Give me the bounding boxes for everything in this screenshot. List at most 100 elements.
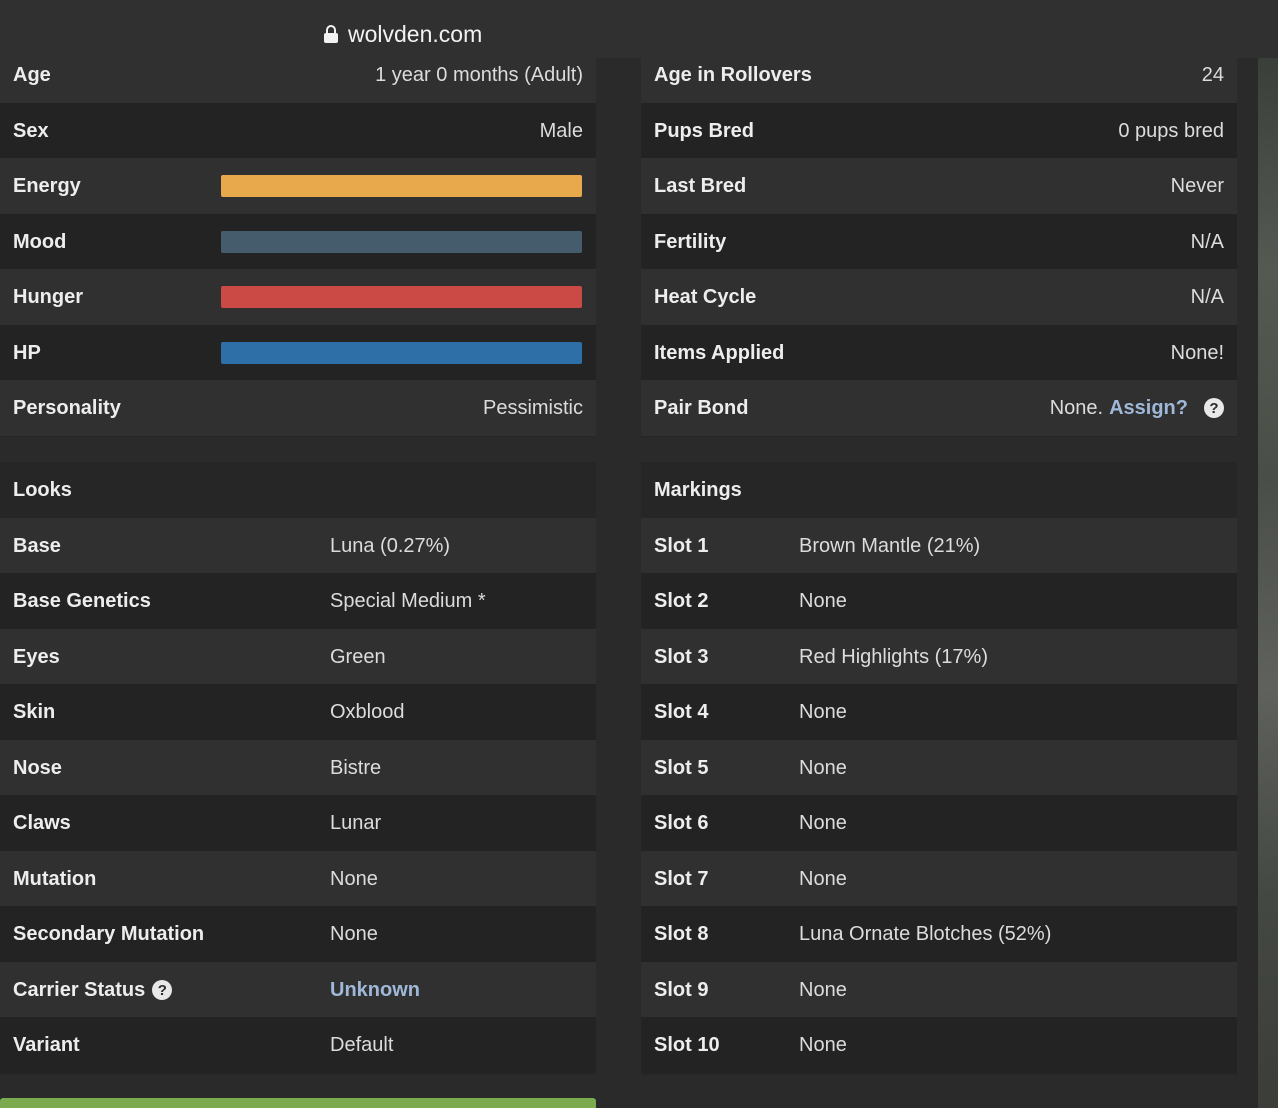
looks-value: None [330,867,378,890]
looks-label: Mutation [13,867,97,890]
stat-label: Age in Rollovers [654,63,812,86]
energy-bar [221,175,582,197]
stat-label: Hunger [13,285,83,308]
url-display[interactable]: wolvden.com [324,20,482,48]
looks-value: None [330,922,378,945]
marking-value: Luna Ornate Blotches (52%) [799,922,1052,945]
url-text: wolvden.com [348,20,483,47]
looks-row: Variant Default [0,1017,596,1073]
stat-row-mood: Mood [0,214,596,270]
stat-label: Personality [13,396,121,419]
looks-label: Base [13,534,61,557]
looks-value: Special Medium * [330,589,486,612]
marking-value: None [799,1033,847,1056]
stats-panel-right: Age in Rollovers 24 Pups Bred 0 pups bre… [641,47,1237,437]
stat-label: Age [13,63,51,86]
looks-label: Base Genetics [13,589,151,612]
stat-row-age: Age 1 year 0 months (Adult) [0,47,596,103]
marking-slot-label: Slot 5 [654,756,709,779]
stat-row-pair-bond: Pair Bond None. Assign? ? [641,380,1237,436]
marking-row: Slot 1 Brown Mantle (21%) [641,518,1237,574]
mood-bar [221,231,582,253]
marking-slot-label: Slot 7 [654,867,709,890]
marking-row: Slot 8 Luna Ornate Blotches (52%) [641,906,1237,962]
markings-header: Markings [641,462,1237,518]
stat-row-last-bred: Last Bred Never [641,158,1237,214]
markings-panel: Markings Slot 1 Brown Mantle (21%) Slot … [641,462,1237,1075]
marking-value: Brown Mantle (21%) [799,534,981,557]
carrier-status-link[interactable]: Unknown [330,979,420,1002]
stat-row-energy: Energy [0,158,596,214]
looks-value: Lunar [330,811,382,834]
stat-label: Sex [13,119,49,142]
stat-label: Heat Cycle [654,285,757,308]
stat-row-items-applied: Items Applied None! [641,325,1237,381]
stat-value: 0 pups bred [1118,119,1224,142]
stat-row-age-rollovers: Age in Rollovers 24 [641,47,1237,103]
marking-row: Slot 6 None [641,795,1237,851]
stat-row-personality: Personality Pessimistic [0,380,596,436]
pair-bond-value: None. Assign? ? [1050,397,1224,420]
stat-value: 1 year 0 months (Adult) [375,63,583,86]
looks-label: Variant [13,1033,80,1056]
looks-value: Bistre [330,756,382,779]
hp-bar [221,342,582,364]
pair-bond-status: None. [1049,396,1104,419]
marking-row: Slot 3 Red Highlights (17%) [641,629,1237,685]
marking-slot-label: Slot 10 [654,1033,720,1056]
marking-slot-label: Slot 1 [654,534,709,557]
looks-value: Oxblood [330,700,405,723]
stat-row-sex: Sex Male [0,103,596,159]
help-icon[interactable]: ? [152,980,173,1000]
looks-value: Green [330,645,386,668]
stat-label: Fertility [654,230,727,253]
looks-row: Eyes Green [0,629,596,685]
marking-row: Slot 9 None [641,962,1237,1018]
stat-label: Last Bred [654,174,747,197]
marking-value: None [799,700,847,723]
stat-label: Pair Bond [654,396,749,419]
marking-value: None [799,589,847,612]
marking-row: Slot 7 None [641,851,1237,907]
marking-row: Slot 10 None [641,1017,1237,1073]
stat-label: Energy [13,174,81,197]
looks-label: Eyes [13,645,60,668]
stat-label: HP [13,341,41,364]
marking-slot-label: Slot 6 [654,811,709,834]
help-icon[interactable]: ? [1204,398,1224,418]
stat-label: Items Applied [654,341,785,364]
looks-row: Claws Lunar [0,795,596,851]
looks-row: Mutation None [0,851,596,907]
stat-row-hunger: Hunger [0,269,596,325]
looks-value: Default [330,1033,394,1056]
stat-row-fertility: Fertility N/A [641,214,1237,270]
marking-slot-label: Slot 9 [654,978,709,1001]
stats-panel-left: Age 1 year 0 months (Adult) Sex Male Ene… [0,47,596,437]
marking-value: None [799,867,847,890]
looks-row: Base Luna (0.27%) [0,518,596,574]
section-title: Looks [13,478,72,501]
marking-value: Red Highlights (17%) [799,645,988,668]
looks-value: Luna (0.27%) [330,534,451,557]
looks-row-carrier-status: Carrier Status ? Unknown [0,962,596,1018]
stat-value: 24 [1201,63,1224,86]
marking-value: None [799,978,847,1001]
marking-slot-label: Slot 3 [654,645,709,668]
looks-row: Base Genetics Special Medium * [0,573,596,629]
looks-label: Skin [13,700,56,723]
stat-row-heat-cycle: Heat Cycle N/A [641,269,1237,325]
marking-value: None [799,811,847,834]
looks-label: Secondary Mutation [13,922,205,945]
assign-pair-bond-link[interactable]: Assign? [1109,397,1188,420]
looks-row: Nose Bistre [0,740,596,796]
stat-row-hp: HP [0,325,596,381]
green-action-bar[interactable] [0,1098,596,1108]
stat-value: N/A [1190,285,1224,308]
marking-row: Slot 4 None [641,684,1237,740]
looks-header: Looks [0,462,596,518]
looks-row: Secondary Mutation None [0,906,596,962]
marking-slot-label: Slot 2 [654,589,709,612]
marking-row: Slot 2 None [641,573,1237,629]
looks-label: Nose [13,756,62,779]
stat-label: Pups Bred [654,119,755,142]
